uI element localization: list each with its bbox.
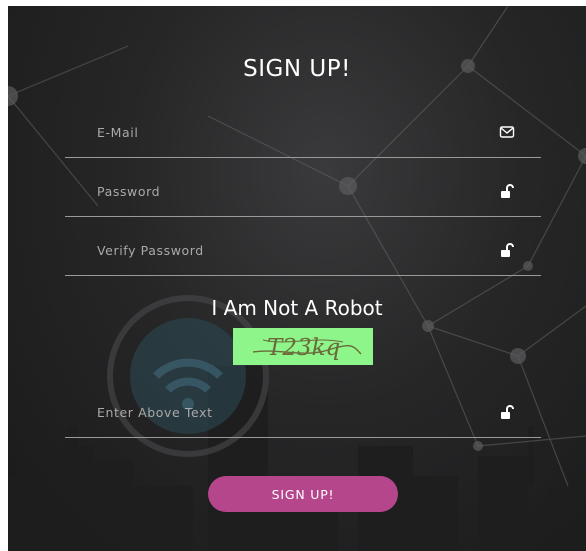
verify-password-input[interactable] — [95, 236, 499, 264]
unlock-icon — [501, 405, 514, 419]
email-input[interactable] — [95, 118, 499, 146]
email-underline — [65, 157, 541, 158]
email-field — [65, 106, 541, 158]
sign-up-button[interactable]: SIGN UP! — [208, 476, 398, 512]
unlock-icon — [501, 184, 514, 198]
captcha-input[interactable] — [95, 398, 499, 426]
password-field — [65, 165, 541, 217]
captcha-text-graphic: T23kq — [252, 335, 362, 361]
captcha-image: T23kq — [233, 328, 373, 365]
signup-card: SIGN UP! I Am Not A Robot T23kq — [8, 6, 586, 551]
captcha-text: T23kq — [267, 335, 340, 361]
captcha-field — [65, 386, 541, 438]
page-title: SIGN UP! — [243, 56, 351, 82]
password-underline — [65, 216, 541, 217]
unlock-icon — [501, 243, 514, 257]
network-background — [8, 6, 586, 551]
verify-password-field — [65, 224, 541, 276]
captcha-underline — [65, 437, 541, 438]
password-input[interactable] — [95, 177, 499, 205]
envelope-icon — [499, 126, 515, 138]
captcha-heading: I Am Not A Robot — [211, 296, 383, 320]
verify-password-underline — [65, 275, 541, 276]
